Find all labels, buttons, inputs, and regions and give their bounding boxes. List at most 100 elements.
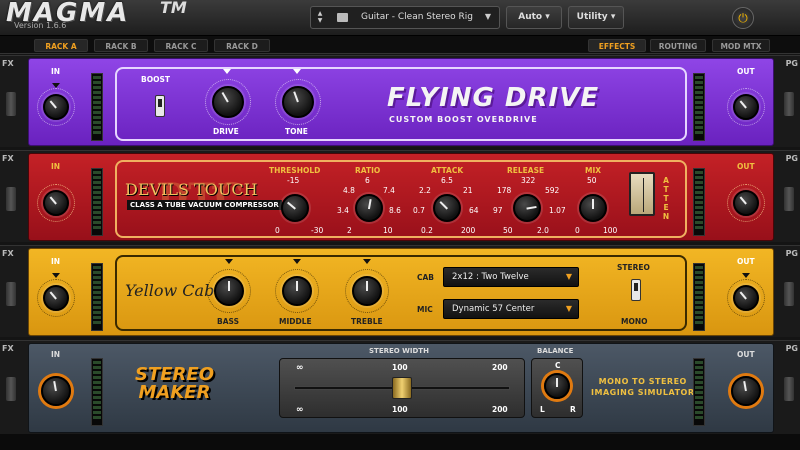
attack-scale-left: 0.2 — [421, 226, 433, 235]
tab-effects[interactable]: EFFECTS — [588, 39, 646, 52]
rack-handle-left[interactable] — [6, 92, 16, 116]
preset-name: Guitar - Clean Stereo Rig — [361, 12, 473, 22]
threshold-knob[interactable] — [281, 194, 309, 222]
bass-knob[interactable] — [214, 276, 244, 306]
in-label: IN — [51, 67, 61, 76]
cab-label: CAB — [417, 273, 435, 282]
output-meter — [693, 263, 705, 331]
input-gain-knob[interactable] — [43, 285, 69, 311]
output-gain-knob[interactable] — [733, 94, 759, 120]
bottom-bar — [0, 434, 800, 450]
rack-handle-right[interactable] — [784, 377, 794, 401]
ratio-scale-r2: 8.6 — [389, 206, 401, 215]
release-knob[interactable] — [513, 194, 541, 222]
rack-slot-devils-touch: FX PG IN DTC DEVILS TOUCH CLASS A TUBE V… — [0, 150, 800, 242]
rack-handle-left[interactable] — [6, 282, 16, 306]
yellow-cab-title: Yellow Cab — [125, 281, 215, 300]
threshold-scale-right: -30 — [311, 226, 324, 235]
tab-mod-mtx[interactable]: MOD MTX — [712, 39, 770, 52]
fx-button[interactable]: FX — [2, 344, 14, 353]
cab-select[interactable]: 2x12 : Two Twelve ▼ — [443, 267, 579, 287]
mono-label: MONO — [621, 317, 648, 326]
treble-label: TREBLE — [351, 317, 383, 326]
mix-label: MIX — [585, 166, 602, 175]
balance-right-label: R — [570, 405, 576, 414]
ratio-knob[interactable] — [355, 194, 383, 222]
release-scale-r2: 1.07 — [549, 206, 566, 215]
bass-label: BASS — [217, 317, 239, 326]
balance-left-label: L — [540, 405, 545, 414]
drive-knob[interactable] — [212, 86, 244, 118]
boost-label: BOOST — [141, 75, 170, 84]
input-gain-knob[interactable] — [43, 190, 69, 216]
tab-rack-d[interactable]: RACK D — [214, 39, 270, 52]
tab-rack-c[interactable]: RACK C — [154, 39, 208, 52]
tab-rack-a[interactable]: RACK A — [34, 39, 88, 52]
fx-button[interactable]: FX — [2, 249, 14, 258]
pg-button[interactable]: PG — [786, 154, 798, 163]
stereo-maker-title-line2: MAKER — [138, 382, 211, 403]
input-gain-knob[interactable] — [41, 376, 71, 406]
devils-touch-subtitle: CLASS A TUBE VACUUM COMPRESSOR — [127, 200, 282, 210]
preset-selector[interactable]: ▲ ▼ Guitar - Clean Stereo Rig ▼ — [310, 6, 500, 29]
rack-handle-left[interactable] — [6, 377, 16, 401]
devils-touch-title: DEVILS TOUCH — [125, 180, 258, 199]
auto-label: Auto — [518, 12, 543, 22]
mix-scale-top: 50 — [587, 176, 597, 185]
triangle-marker-icon — [363, 259, 371, 264]
dropdown-arrow-icon[interactable]: ▼ — [485, 12, 491, 21]
rack-slot-yellow-cab: FX PG IN Yellow Cab BASS MIDDLE TREBLE C… — [0, 245, 800, 337]
rack-handle-right[interactable] — [784, 187, 794, 211]
output-gain-knob[interactable] — [733, 285, 759, 311]
rack-handle-right[interactable] — [784, 92, 794, 116]
utility-button[interactable]: Utility ▾ — [568, 6, 624, 29]
tab-routing[interactable]: ROUTING — [650, 39, 706, 52]
stereo-mono-toggle[interactable] — [631, 279, 641, 301]
output-meter — [693, 73, 705, 141]
release-label: RELEASE — [507, 166, 545, 175]
ratio-scale-right: 10 — [383, 226, 393, 235]
threshold-scale-top: -15 — [287, 176, 300, 185]
in-label: IN — [51, 257, 61, 266]
rack-handle-left[interactable] — [6, 187, 16, 211]
input-meter — [91, 73, 103, 141]
auto-button[interactable]: Auto ▾ — [506, 6, 562, 29]
width-scale-right-bottom: 200 — [492, 405, 508, 414]
ratio-scale-r1: 7.4 — [383, 186, 395, 195]
attack-scale-l1: 2.2 — [419, 186, 431, 195]
out-label: OUT — [737, 67, 755, 76]
attack-scale-l2: 0.7 — [413, 206, 425, 215]
stereo-width-panel: ∞ 100 200 ∞ 100 200 — [279, 358, 525, 418]
boost-toggle[interactable] — [155, 95, 165, 117]
mic-select[interactable]: Dynamic 57 Center ▼ — [443, 299, 579, 319]
power-icon[interactable]: ⏻ — [732, 7, 754, 29]
tone-knob[interactable] — [282, 86, 314, 118]
mix-knob[interactable] — [579, 194, 607, 222]
pg-button[interactable]: PG — [786, 344, 798, 353]
release-scale-top: 322 — [521, 176, 536, 185]
utility-label: Utility — [576, 12, 608, 22]
middle-knob[interactable] — [282, 276, 312, 306]
release-scale-l2: 97 — [493, 206, 503, 215]
folder-icon[interactable] — [337, 13, 348, 22]
output-meter — [693, 168, 705, 236]
width-scale-mid-top: 100 — [392, 363, 408, 372]
attack-knob[interactable] — [433, 194, 461, 222]
treble-knob[interactable] — [352, 276, 382, 306]
magma-app: MAGMA TM Version 1.6.6 ▲ ▼ Guitar - Clean… — [0, 0, 800, 450]
fx-button[interactable]: FX — [2, 59, 14, 68]
stereo-width-slider[interactable] — [392, 377, 412, 399]
pg-button[interactable]: PG — [786, 59, 798, 68]
preset-nav-arrows-icon[interactable]: ▲ ▼ — [315, 10, 325, 25]
fx-button[interactable]: FX — [2, 154, 14, 163]
pg-button[interactable]: PG — [786, 249, 798, 258]
input-gain-knob[interactable] — [43, 94, 69, 120]
output-gain-knob[interactable] — [731, 376, 761, 406]
atten-label: ATTEN — [662, 176, 670, 221]
rack-handle-right[interactable] — [784, 282, 794, 306]
tab-rack-b[interactable]: RACK B — [94, 39, 148, 52]
output-gain-knob[interactable] — [733, 190, 759, 216]
triangle-marker-icon — [52, 273, 60, 278]
balance-knob[interactable] — [544, 373, 570, 399]
stereo-maker-title: STEREO MAKER — [135, 366, 214, 402]
